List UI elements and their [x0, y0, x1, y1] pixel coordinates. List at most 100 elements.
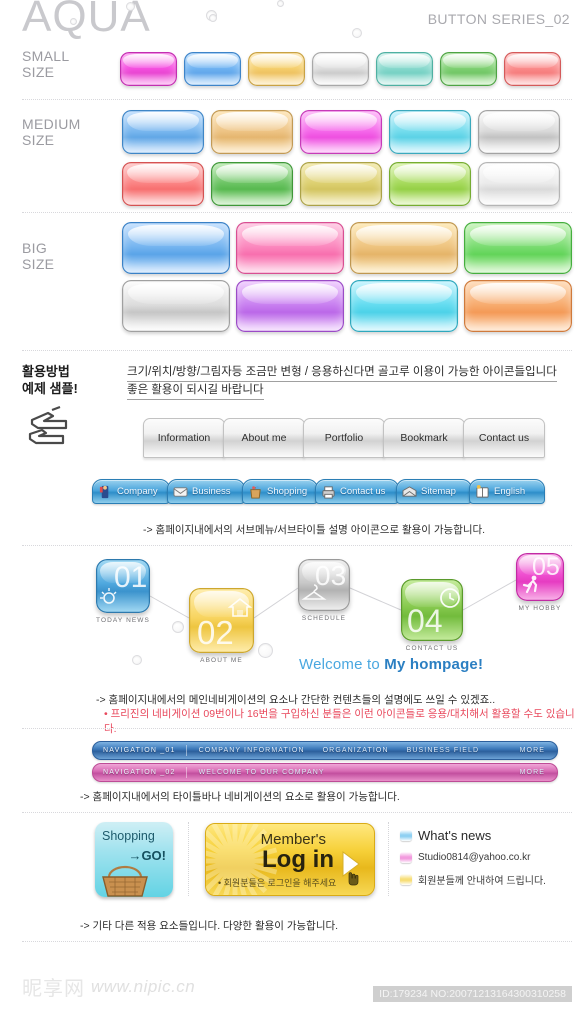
big-button-silver[interactable] — [122, 280, 230, 332]
small-button-red[interactable] — [504, 52, 561, 86]
separator-1 — [22, 99, 572, 100]
big-button-gold[interactable] — [350, 222, 458, 274]
watermark-site: www.nipic.cn — [91, 976, 196, 996]
envelope-icon — [173, 485, 188, 499]
shopping-label: Shopping — [102, 829, 155, 843]
section-medium-size: MEDIUM SIZE — [0, 104, 582, 207]
small-button-blue[interactable] — [184, 52, 241, 86]
diagram-tile-schedule[interactable]: 03 — [298, 559, 350, 611]
tab-portfolio[interactable]: Portfolio — [303, 418, 385, 458]
small-button-green[interactable] — [440, 52, 497, 86]
tab-label: Portfolio — [324, 432, 364, 444]
icon-nav-label: Business — [192, 486, 231, 497]
iconnav-shopping[interactable]: Shopping — [242, 479, 318, 504]
diagram-tile-today-news[interactable]: 01 — [96, 559, 150, 613]
news-color-swatch — [400, 852, 412, 863]
news-item-guide[interactable]: 회원분들께 안내하여 드립니다. — [400, 872, 546, 887]
navbar-link[interactable]: WELCOME TO OUR COMPANY — [199, 769, 325, 776]
diagram-tile-contact-us[interactable]: 04 — [401, 579, 463, 641]
big-button-green[interactable] — [464, 222, 572, 274]
section-big-size: BIG SIZE — [0, 218, 582, 336]
iconnav-business[interactable]: Business — [167, 479, 245, 504]
icon-nav-note: -> 홈페이지내에서의 서브메뉴/서브타이틀 설명 아이콘으로 활용이 가능합니… — [143, 524, 486, 536]
section-label-line2: SIZE — [22, 64, 55, 80]
navbar-02[interactable]: NAVIGATION _02 WELCOME TO OUR COMPANY MORE — [92, 763, 558, 782]
navbar-title: NAVIGATION _02 — [103, 769, 176, 776]
medium-button-lime[interactable] — [389, 162, 471, 206]
water-drop-icon — [70, 18, 77, 25]
navbar-link[interactable]: ORGANIZATION — [323, 747, 389, 754]
news-item-whats-news[interactable]: What's news — [400, 828, 491, 843]
icon-nav-label: Sitemap — [421, 486, 456, 497]
big-button-cyan[interactable] — [350, 280, 458, 332]
usage-title: 활용방법 예제 샘플! — [22, 363, 78, 397]
section-label-small: SMALL SIZE — [22, 48, 69, 80]
tab-about-me[interactable]: About me — [223, 418, 305, 458]
medium-button-red[interactable] — [122, 162, 204, 206]
iconnav-company[interactable]: Company — [92, 479, 170, 504]
navbar-more-link[interactable]: MORE — [520, 769, 557, 776]
person-icon — [98, 485, 113, 499]
section-label-line1: SMALL — [22, 48, 70, 64]
diagram-tile-label: MY HOBBY — [518, 605, 562, 612]
small-button-silver[interactable] — [312, 52, 369, 86]
navbar-more-link[interactable]: MORE — [520, 747, 557, 754]
navbar-01[interactable]: NAVIGATION _01 COMPANY INFORMATION ORGANIZ… — [92, 741, 558, 760]
book-icon — [475, 484, 490, 499]
mail-open-icon — [402, 485, 417, 499]
diagram-note-2: • 프리진의 네비게이션 09번이나 16번을 구입하신 분들은 이런 아이콘들… — [104, 708, 575, 735]
iconnav-english[interactable]: English — [469, 479, 545, 504]
section-small-size: SMALL SIZE — [0, 42, 582, 100]
small-button-teal[interactable] — [376, 52, 433, 86]
small-button-gold[interactable] — [248, 52, 305, 86]
icon-nav-label: Contact us — [340, 486, 386, 497]
medium-button-magenta[interactable] — [300, 110, 382, 154]
shopping-bag-icon — [248, 485, 263, 499]
water-drop-icon — [209, 14, 217, 22]
series-label: BUTTON SERIES_02 — [427, 11, 570, 27]
medium-button-blue[interactable] — [122, 110, 204, 154]
big-button-blue[interactable] — [122, 222, 230, 274]
big-button-pink[interactable] — [236, 222, 344, 274]
section-label-big: BIG SIZE — [22, 240, 54, 272]
icon-nav-label: Company — [117, 486, 158, 497]
tab-label: Bookmark — [400, 432, 448, 444]
tab-contact-us[interactable]: Contact us — [463, 418, 545, 458]
navbar-link[interactable]: BUSINESS FIELD — [407, 747, 480, 754]
medium-button-white[interactable] — [478, 162, 560, 206]
big-button-orange[interactable] — [464, 280, 572, 332]
icon-nav-label: Shopping — [267, 486, 308, 497]
news-text: Studio0814@yahoo.co.kr — [418, 852, 531, 863]
section-label-line2: SIZE — [22, 256, 55, 272]
medium-button-silver[interactable] — [478, 110, 560, 154]
member-login-button[interactable]: Member's Log in • 회원분들은 로그인을 해주세요 — [205, 823, 375, 896]
navbar-links: WELCOME TO OUR COMPANY — [187, 769, 325, 776]
tab-bar: Information About me Portfolio Bookmark Cont… — [143, 418, 545, 458]
medium-button-green[interactable] — [211, 162, 293, 206]
big-button-violet[interactable] — [236, 280, 344, 332]
medium-button-khaki[interactable] — [300, 162, 382, 206]
diagram-tile-label: SCHEDULE — [301, 615, 347, 622]
usage-line1: 크기/위치/방향/그림자등 조금만 변형 / 응용하신다면 골고루 이용이 가능… — [127, 364, 557, 382]
diagram-tile-my-hobby[interactable]: 05 — [516, 553, 564, 601]
shopping-go-button[interactable]: Shopping →GO! — [95, 822, 173, 897]
medium-button-gold[interactable] — [211, 110, 293, 154]
iconnav-sitemap[interactable]: Sitemap — [396, 479, 472, 504]
section-label-line1: BIG — [22, 240, 48, 256]
navbar-link[interactable]: COMPANY INFORMATION — [199, 747, 305, 754]
tab-bookmark[interactable]: Bookmark — [383, 418, 465, 458]
icon-nav-label: English — [494, 486, 526, 497]
diagram-tile-about-me[interactable]: 02 — [189, 588, 254, 653]
tab-label: Contact us — [478, 432, 530, 444]
news-item-email[interactable]: Studio0814@yahoo.co.kr — [400, 852, 530, 863]
iconnav-contact-us[interactable]: Contact us — [315, 479, 399, 504]
medium-button-cyan[interactable] — [389, 110, 471, 154]
usage-title-line1: 활용방법 — [22, 364, 70, 379]
diagram-tile-label: ABOUT ME — [200, 657, 243, 664]
small-button-magenta[interactable] — [120, 52, 177, 86]
diagram-tile-number: 01 — [114, 561, 148, 594]
tab-information[interactable]: Information — [143, 418, 225, 458]
news-color-swatch — [400, 830, 412, 841]
divider-login-news — [388, 822, 389, 896]
diagram-tile-number: 04 — [407, 603, 443, 639]
